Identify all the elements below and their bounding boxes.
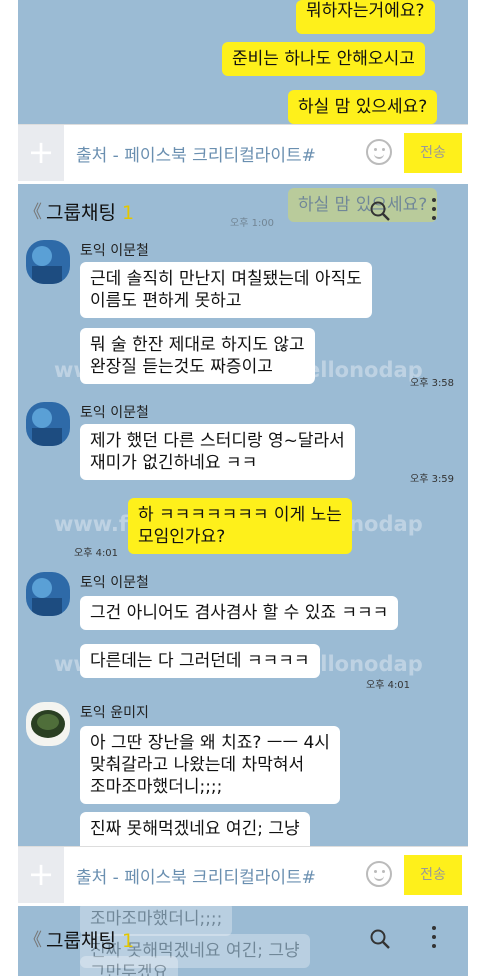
sender-name: 토익 이문철	[80, 575, 149, 591]
chat-title-text: 그룹채팅	[46, 202, 116, 224]
other-message-bubble: 근데 솔직히 만난지 며칠됐는데 아직도 이름도 편하게 못하고	[80, 262, 372, 318]
message-input[interactable]: 출처 - 페이스북 크리티컬라이트#	[76, 141, 316, 166]
message-input-bar: + 출처 - 페이스북 크리티컬라이트# 전송	[18, 124, 468, 181]
avatar[interactable]	[26, 240, 70, 284]
member-count: 1	[121, 930, 135, 952]
other-message-bubble: 그건 아니어도 겸사겸사 할 수 있죠 ㅋㅋㅋ	[80, 596, 399, 630]
emoji-icon[interactable]	[366, 139, 392, 165]
plus-icon[interactable]: +	[18, 125, 64, 181]
plus-icon[interactable]: +	[18, 847, 64, 903]
avatar[interactable]	[26, 572, 70, 616]
back-icon[interactable]: 《	[24, 198, 42, 224]
message-input-bar: + 출처 - 페이스북 크리티컬라이트# 전송	[18, 846, 468, 903]
my-message-bubble: 뭐하자는거에요?	[296, 0, 435, 34]
search-icon[interactable]	[370, 201, 390, 221]
chat-panel-2: 하실 맘 있으세요? 오후 1:00 《 그룹채팅 1 www.facebook…	[18, 184, 468, 846]
message-time: 오후 3:58	[410, 378, 455, 389]
other-message-bubble: 아 그딴 장난을 왜 치죠? ㅡㅡ 4시 맞춰갈라고 나왔는데 차막혀서 조마조…	[80, 726, 340, 804]
search-icon[interactable]	[370, 929, 390, 949]
send-button[interactable]: 전송	[404, 855, 462, 895]
ghost-time: 오후 1:00	[230, 218, 275, 229]
chat-header: 《 그룹채팅 1	[18, 912, 468, 966]
back-icon[interactable]: 《	[24, 926, 42, 952]
send-button[interactable]: 전송	[404, 133, 462, 173]
member-count: 1	[121, 202, 135, 224]
ghost-message: 하실 맘 있으세요?	[288, 188, 438, 222]
other-message-bubble: 진짜 못해먹겠네요 여긴; 그냥	[80, 812, 310, 846]
chat-header: 하실 맘 있으세요? 오후 1:00 《 그룹채팅 1	[18, 184, 468, 238]
sender-name: 토익 윤미지	[80, 705, 149, 721]
my-message-bubble: 준비는 하나도 안해오시고	[222, 42, 425, 76]
chat-title: 그룹채팅 1	[46, 198, 134, 225]
chat-panel-3: 조마조마했더니;;;; 진짜 못해먹겠네요 여긴; 그냥 그만두겠요 《 그룹채…	[18, 906, 468, 976]
chat-panel-1: 뭐하자는거에요? 준비는 하나도 안해오시고 하실 맘 있으세요?	[18, 0, 468, 124]
more-icon[interactable]	[430, 926, 438, 950]
emoji-icon[interactable]	[366, 861, 392, 887]
chat-title-text: 그룹채팅	[46, 930, 116, 952]
more-icon[interactable]	[430, 198, 438, 222]
my-message-bubble: 하 ㅋㅋㅋㅋㅋㅋㅋ 이게 노는 모임인가요?	[128, 498, 352, 554]
my-message-bubble: 하실 맘 있으세요?	[288, 90, 438, 124]
sender-name: 토익 이문철	[80, 405, 149, 421]
other-message-bubble: 제가 했던 다른 스터디랑 영~달라서 재미가 없긴하네요 ㅋㅋ	[80, 424, 355, 480]
other-message-bubble: 뭐 술 한잔 제대로 하지도 않고 완장질 듣는것도 짜증이고	[80, 328, 315, 384]
message-time: 오후 4:01	[366, 680, 411, 691]
other-message-bubble: 다른데는 다 그러던데 ㅋㅋㅋㅋ	[80, 644, 320, 678]
chat-title: 그룹채팅 1	[46, 926, 134, 953]
avatar[interactable]	[26, 702, 70, 746]
avatar[interactable]	[26, 402, 70, 446]
sender-name: 토익 이문철	[80, 243, 149, 259]
message-input[interactable]: 출처 - 페이스북 크리티컬라이트#	[76, 863, 316, 888]
message-time: 오후 4:01	[74, 548, 119, 559]
message-time: 오후 3:59	[410, 474, 455, 485]
